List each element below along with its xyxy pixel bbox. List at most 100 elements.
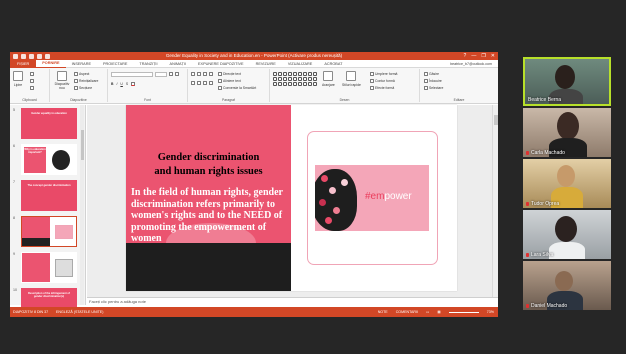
notes-pane[interactable]: Faceți clic pentru a adăuga note: [87, 297, 498, 306]
avatar: [557, 112, 579, 140]
align-right-icon[interactable]: [203, 81, 207, 85]
view-normal-icon[interactable]: ▭: [426, 307, 429, 317]
slide-left-panel: Gender discrimination and human rights i…: [126, 105, 291, 291]
cut-button[interactable]: [30, 72, 34, 76]
scissors-icon: [30, 72, 34, 76]
avatar: [557, 165, 575, 187]
editing-group: Găsire Înlocuire Selectare Editare: [420, 69, 498, 102]
arrange-icon: [323, 71, 334, 81]
tab-view[interactable]: VIZUALIZARE: [282, 60, 318, 68]
indent-increase-icon[interactable]: [209, 72, 213, 76]
tab-insert[interactable]: INSERARE: [66, 60, 97, 68]
participant-tile[interactable]: Lara Silva: [523, 210, 611, 259]
account-user[interactable]: beatrice_b7@outlook.com: [450, 62, 498, 66]
mic-muted-icon: [526, 150, 529, 155]
layout-button[interactable]: Aspect: [74, 72, 89, 76]
shape-fill-button[interactable]: Umplere formă: [370, 72, 397, 76]
participant-tile[interactable]: Carla Machado: [523, 108, 611, 157]
new-slide-button[interactable]: Diapozitiv nou: [52, 71, 72, 90]
find-button[interactable]: Găsire: [424, 72, 439, 76]
shape-effects-button[interactable]: Efecte formă: [370, 86, 394, 90]
justify-icon[interactable]: [209, 81, 213, 85]
shrink-font-icon: [175, 72, 179, 76]
tab-animations[interactable]: ANIMAȚII: [164, 60, 192, 68]
slide-body-text[interactable]: In the field of human rights, gender dis…: [131, 187, 288, 245]
status-right: NOTE COMENTARII ▭ ▦ 73%: [378, 307, 494, 317]
slide-title[interactable]: Gender discrimination and human rights i…: [126, 151, 291, 179]
tab-slideshow[interactable]: EXPUNERE DIAPOZITIVE: [192, 60, 250, 68]
section-button[interactable]: Secțiune: [74, 86, 92, 90]
smartart-button[interactable]: Conversie la SmartArt: [218, 86, 256, 90]
select-button[interactable]: Selectare: [424, 86, 443, 90]
tab-review[interactable]: REVIZUIRE: [250, 60, 282, 68]
align-left-icon[interactable]: [191, 81, 195, 85]
thumbnail-slide[interactable]: 7 The concept gender discrimination: [13, 180, 83, 213]
restore-button[interactable]: ❐: [481, 52, 485, 60]
help-button[interactable]: ?: [464, 52, 467, 60]
participant-name: Carla Machado: [526, 150, 565, 156]
italic-button[interactable]: I: [116, 82, 117, 86]
copy-button[interactable]: [30, 79, 34, 83]
tab-file[interactable]: FIȘIER: [10, 59, 37, 68]
numbering-icon[interactable]: [197, 72, 201, 76]
thumbnail-slide[interactable]: 5 Gender equality in education: [13, 108, 83, 141]
quick-styles-button[interactable]: Stiluri rapide: [342, 71, 361, 87]
current-slide[interactable]: Gender discrimination and human rights i…: [126, 105, 457, 291]
participant-tile-active[interactable]: Beatrice Berna: [523, 57, 611, 106]
shape-outline-button[interactable]: Contur formă: [370, 79, 395, 83]
zoom-slider[interactable]: [448, 307, 479, 317]
paste-button[interactable]: Lipire: [13, 71, 23, 87]
replace-button[interactable]: Înlocuire: [424, 79, 442, 83]
cursor-icon: [424, 86, 428, 90]
tab-home[interactable]: PORNIRE: [36, 59, 66, 68]
notes-button[interactable]: NOTE: [378, 307, 388, 317]
comments-button[interactable]: COMENTARII: [396, 307, 418, 317]
list-buttons: [191, 72, 213, 76]
view-sorter-icon[interactable]: ▦: [437, 307, 440, 317]
align-center-icon[interactable]: [197, 81, 201, 85]
align-text-button[interactable]: Aliniere text: [218, 79, 241, 83]
grow-font-icon: [169, 72, 173, 76]
reset-button[interactable]: Reinițializare: [74, 79, 98, 83]
font-family-select[interactable]: [111, 72, 153, 77]
arrange-button[interactable]: Aranjare: [322, 71, 335, 87]
text-direction-button[interactable]: Direcție text: [218, 72, 241, 76]
section-icon: [74, 86, 78, 90]
shrink-font-button[interactable]: [175, 72, 179, 76]
indent-decrease-icon[interactable]: [203, 72, 207, 76]
font-size-select[interactable]: [155, 72, 167, 77]
minimize-button[interactable]: —: [471, 52, 476, 60]
language-indicator[interactable]: ENGLEZĂ (STATELE UNITE): [56, 307, 103, 317]
participant-name: Lara Silva: [526, 252, 553, 258]
thumbnail-slide-selected[interactable]: 8: [13, 216, 83, 249]
window-controls: ? — ❐ ✕: [464, 52, 495, 60]
participant-tile[interactable]: Daniel Machado: [523, 261, 611, 310]
bold-button[interactable]: B: [111, 82, 113, 86]
participant-tile[interactable]: Tudor Oprea: [523, 159, 611, 208]
tab-design[interactable]: PROIECTARE: [97, 60, 133, 68]
slide-editing-area: Gender discrimination and human rights i…: [87, 105, 498, 297]
thumbnail-slide[interactable]: 9: [13, 252, 83, 285]
close-button[interactable]: ✕: [491, 52, 495, 60]
strikethrough-button[interactable]: S: [126, 82, 128, 86]
font-format-row: B I U S: [111, 82, 136, 86]
font-color-icon[interactable]: [131, 82, 136, 86]
grow-font-button[interactable]: [169, 72, 173, 76]
format-painter-button[interactable]: [30, 86, 34, 90]
empower-image[interactable]: #empower: [315, 165, 429, 231]
bullets-icon[interactable]: [191, 72, 195, 76]
thumbnails-scrollbar[interactable]: [80, 105, 84, 305]
shapes-gallery[interactable]: [273, 72, 317, 86]
effects-icon: [370, 86, 374, 90]
zoom-level[interactable]: 73%: [487, 307, 494, 317]
slide-vertical-scrollbar[interactable]: [492, 105, 498, 297]
avatar: [555, 216, 577, 242]
underline-button[interactable]: U: [120, 82, 122, 86]
quick-styles-icon: [346, 71, 357, 81]
tab-transitions[interactable]: TRANZIȚII: [133, 60, 163, 68]
powerpoint-window: Gender Equality in Society and in Educat…: [10, 52, 498, 317]
thumbnail-slide[interactable]: 6 Why is education important?: [13, 144, 83, 177]
avatar: [555, 271, 573, 291]
empower-brand-text: #empower: [365, 191, 412, 202]
tab-acrobat[interactable]: ACROBAT: [318, 60, 348, 68]
